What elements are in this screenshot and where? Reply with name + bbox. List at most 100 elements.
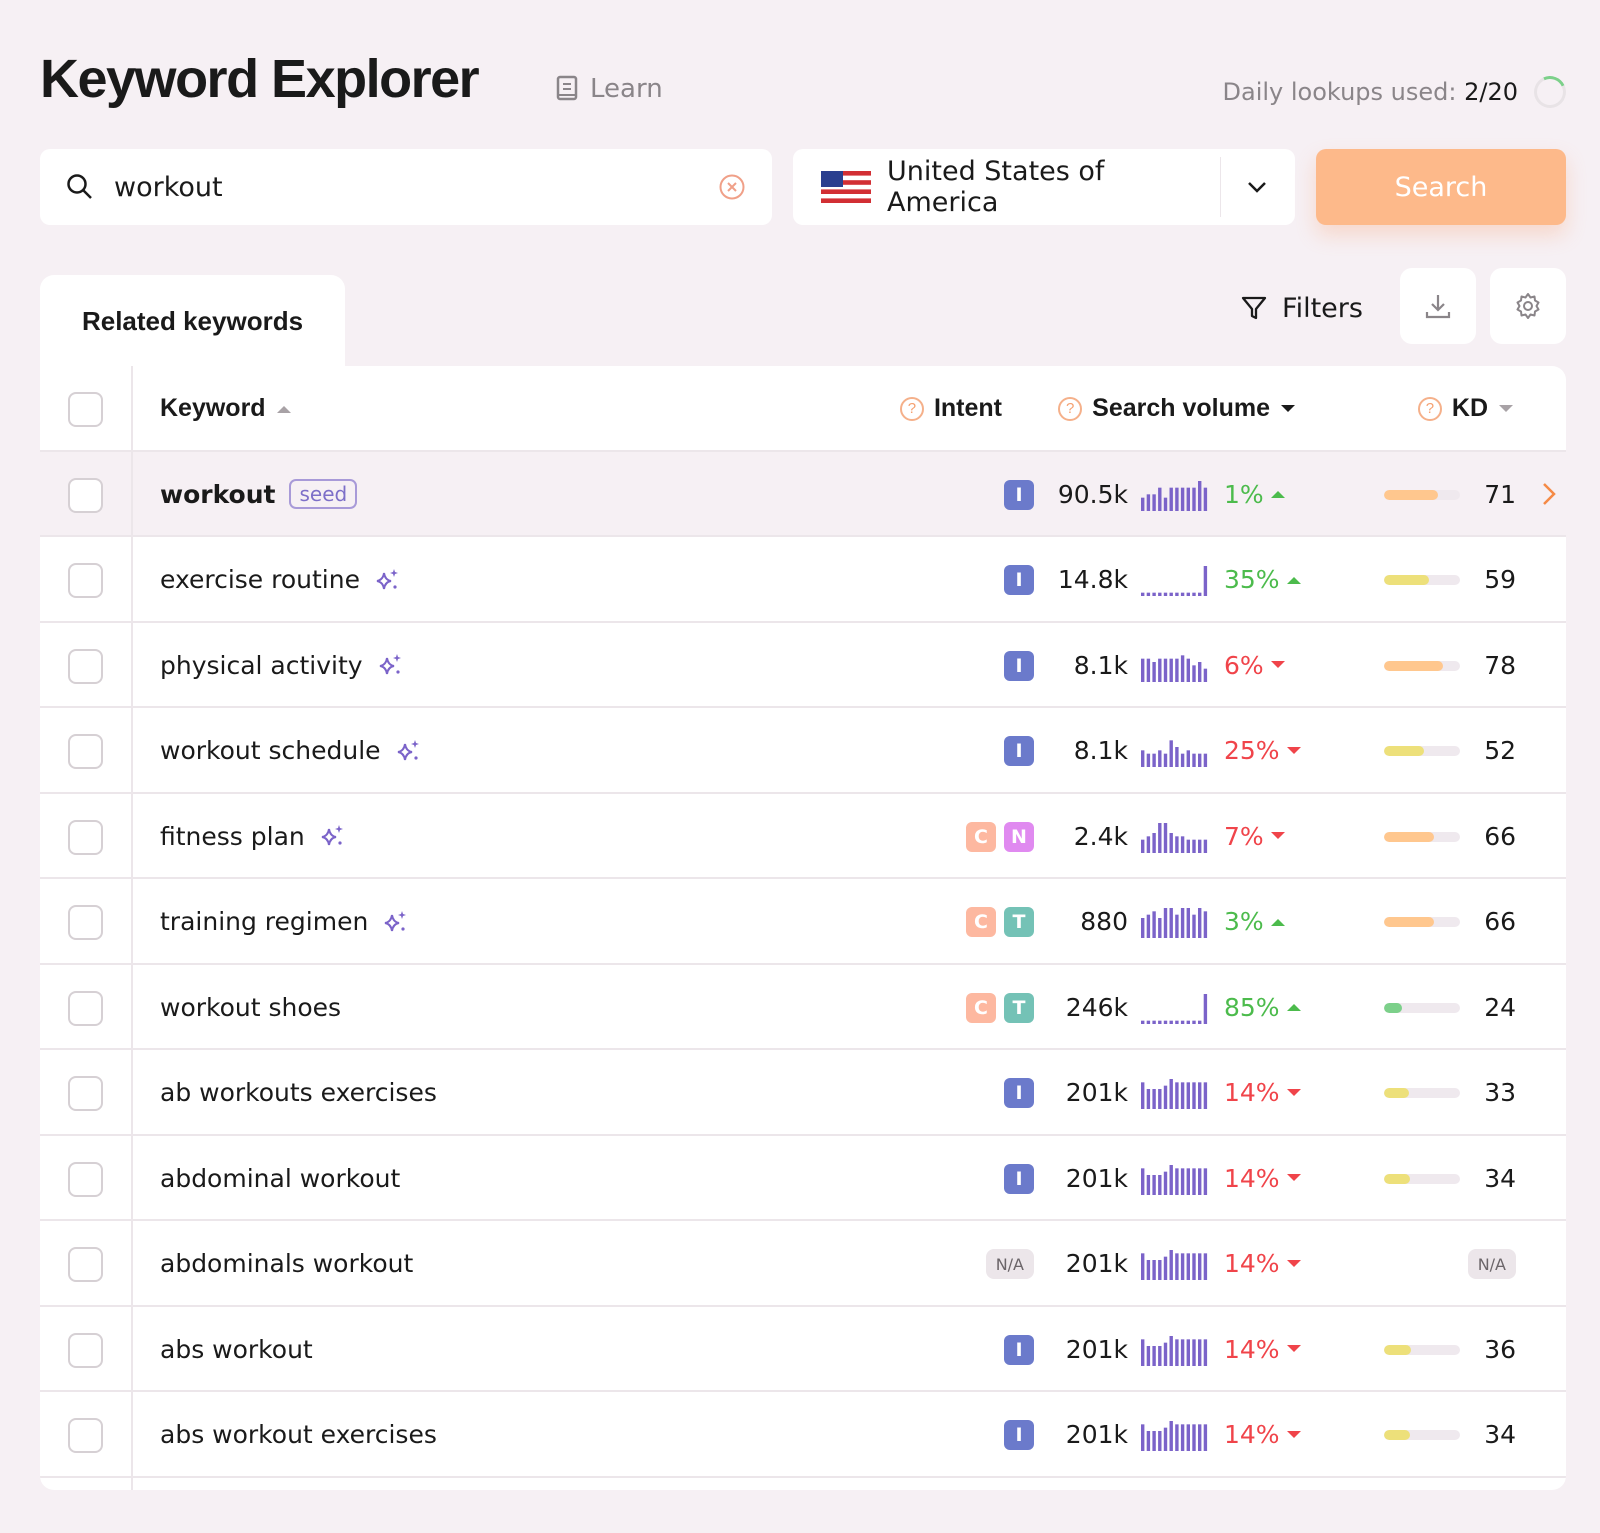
chevron-right-icon[interactable] <box>1542 480 1556 513</box>
keyword-cell[interactable]: abdominal workout <box>160 1136 400 1221</box>
trend-bar <box>1198 1082 1202 1109</box>
lookups-progress-ring <box>1529 71 1571 113</box>
trend-bar <box>1186 1253 1190 1280</box>
row-checkbox[interactable] <box>68 1076 103 1111</box>
column-kd[interactable]: ? KD <box>1417 366 1514 451</box>
search-button[interactable]: Search <box>1316 149 1566 225</box>
keyword-cell[interactable]: workout seed <box>160 452 358 537</box>
tab-related-keywords[interactable]: Related keywords <box>40 275 345 367</box>
select-all-checkbox[interactable] <box>68 392 103 427</box>
keyword-cell[interactable]: physical activity <box>160 623 403 708</box>
learn-link[interactable]: Learn <box>556 74 663 104</box>
arrow-up-icon <box>1286 576 1301 584</box>
keyword-cell[interactable]: workout schedule <box>160 708 421 793</box>
trend-bar <box>1198 1020 1202 1024</box>
search-field[interactable]: workout <box>40 149 772 225</box>
trend-bar <box>1146 1020 1151 1024</box>
trend-bar <box>1180 753 1185 767</box>
filters-button[interactable]: Filters <box>1240 288 1363 328</box>
trend-bar <box>1169 1250 1173 1280</box>
table-row[interactable]: ab workouts exercises I 201k 14% 33 <box>40 1050 1566 1136</box>
search-input[interactable]: workout <box>114 172 718 203</box>
country-select[interactable]: United States of America <box>793 149 1295 225</box>
kd-bar <box>1384 917 1460 927</box>
keyword-cell[interactable]: fitness plan <box>160 794 345 879</box>
keyword-cell[interactable]: ab workouts exercises <box>160 1050 437 1135</box>
trend-bar <box>1203 1082 1208 1109</box>
keyword-cell[interactable]: abdominals workout <box>160 1221 413 1306</box>
trend-bar <box>1192 1253 1196 1280</box>
row-checkbox[interactable] <box>68 1247 103 1282</box>
keyword-cell[interactable]: workout shoes <box>160 965 341 1050</box>
trend-bar <box>1203 668 1208 682</box>
kd-bar <box>1384 1173 1460 1184</box>
trend-bar <box>1180 487 1185 511</box>
volume-change: 3% <box>1224 879 1286 964</box>
table-row[interactable]: workout seed I 90.5k 1% 71 <box>40 451 1566 537</box>
table-row[interactable]: abdominal workout I 201k 14% 34 <box>40 1136 1566 1221</box>
trend-sparkline <box>1141 908 1208 938</box>
trend-bar <box>1169 1421 1173 1451</box>
table-row[interactable]: training regimen C T 880 3% 66 <box>40 879 1566 965</box>
trend-bar <box>1146 835 1151 853</box>
table-row[interactable]: exercise routine I 14.8k 35% 59 <box>40 537 1566 623</box>
arrow-down-icon <box>1286 1174 1301 1181</box>
trend-bar <box>1186 658 1190 682</box>
column-search-volume[interactable]: ? Search volume <box>1058 366 1296 451</box>
sparkle-icon <box>385 910 407 931</box>
keyword-cell[interactable]: abs workout exercises <box>160 1392 437 1477</box>
trend-bar <box>1169 740 1173 767</box>
row-checkbox[interactable] <box>68 648 103 684</box>
table-row[interactable]: fitness plan C N 2.4k 7% 66 <box>40 794 1566 879</box>
keyword-header-label: Keyword <box>160 394 266 422</box>
volume-change: 14% <box>1224 1392 1302 1477</box>
row-checkbox[interactable] <box>68 1418 103 1453</box>
change-value: 35% <box>1224 565 1280 594</box>
keyword-cell[interactable]: abs workout <box>160 1307 313 1392</box>
table-row[interactable]: physical activity I 8.1k 6% 78 <box>40 623 1566 708</box>
settings-button[interactable] <box>1490 268 1566 344</box>
column-intent[interactable]: ? Intent <box>899 366 1002 451</box>
table-row[interactable]: workout shoes C T 246k 85% 24 <box>40 965 1566 1050</box>
clear-icon[interactable] <box>718 173 746 201</box>
table-row[interactable]: abdominals workout N/A 201k 14% N/A <box>40 1221 1566 1307</box>
keyword-text: workout schedule <box>160 736 381 765</box>
trend-sparkline <box>1141 654 1208 682</box>
chevron-down-icon[interactable] <box>1247 181 1267 193</box>
help-icon[interactable]: ? <box>899 396 924 421</box>
row-checkbox[interactable] <box>68 1161 103 1197</box>
change-value: 14% <box>1224 1334 1280 1364</box>
arrow-down-icon <box>1286 746 1301 754</box>
table-row[interactable]: abs workout exercises I 201k 14% 34 <box>40 1392 1566 1478</box>
intent-cell: I <box>1004 1420 1034 1450</box>
arrow-down-icon <box>1270 661 1285 668</box>
table-row[interactable]: workout schedule I 8.1k 25% 52 <box>40 708 1566 794</box>
keyword-cell[interactable]: training regimen <box>160 879 408 964</box>
help-icon[interactable]: ? <box>1417 396 1442 421</box>
change-value: 14% <box>1224 1249 1280 1278</box>
row-checkbox[interactable] <box>68 819 103 855</box>
table-row[interactable]: abs workout I 201k 14% 36 <box>40 1307 1566 1392</box>
row-checkbox[interactable] <box>68 734 103 769</box>
lookups-label: Daily lookups used: <box>1222 78 1457 106</box>
lookups-value: 2/20 <box>1464 78 1518 106</box>
trend-bar <box>1169 1079 1173 1109</box>
arrow-down-icon <box>1286 1259 1301 1267</box>
intent-badge-i: I <box>1004 650 1034 681</box>
volume-header-label: Search volume <box>1092 394 1270 422</box>
keyword-cell[interactable]: exercise routine <box>160 537 400 622</box>
help-icon[interactable]: ? <box>1058 396 1083 421</box>
row-checkbox[interactable] <box>68 905 103 940</box>
trend-bar <box>1169 592 1173 596</box>
intent-cell: I <box>1004 565 1034 595</box>
keyword-text: workout <box>160 479 276 509</box>
row-checkbox[interactable] <box>68 563 103 598</box>
volume-change: 85% <box>1224 965 1302 1050</box>
row-checkbox[interactable] <box>68 477 103 513</box>
download-button[interactable] <box>1400 268 1476 344</box>
column-keyword[interactable]: Keyword <box>160 366 292 451</box>
row-checkbox[interactable] <box>68 1332 103 1368</box>
search-volume: 201k <box>1065 1249 1128 1278</box>
learn-label: Learn <box>590 74 663 104</box>
row-checkbox[interactable] <box>68 990 103 1026</box>
